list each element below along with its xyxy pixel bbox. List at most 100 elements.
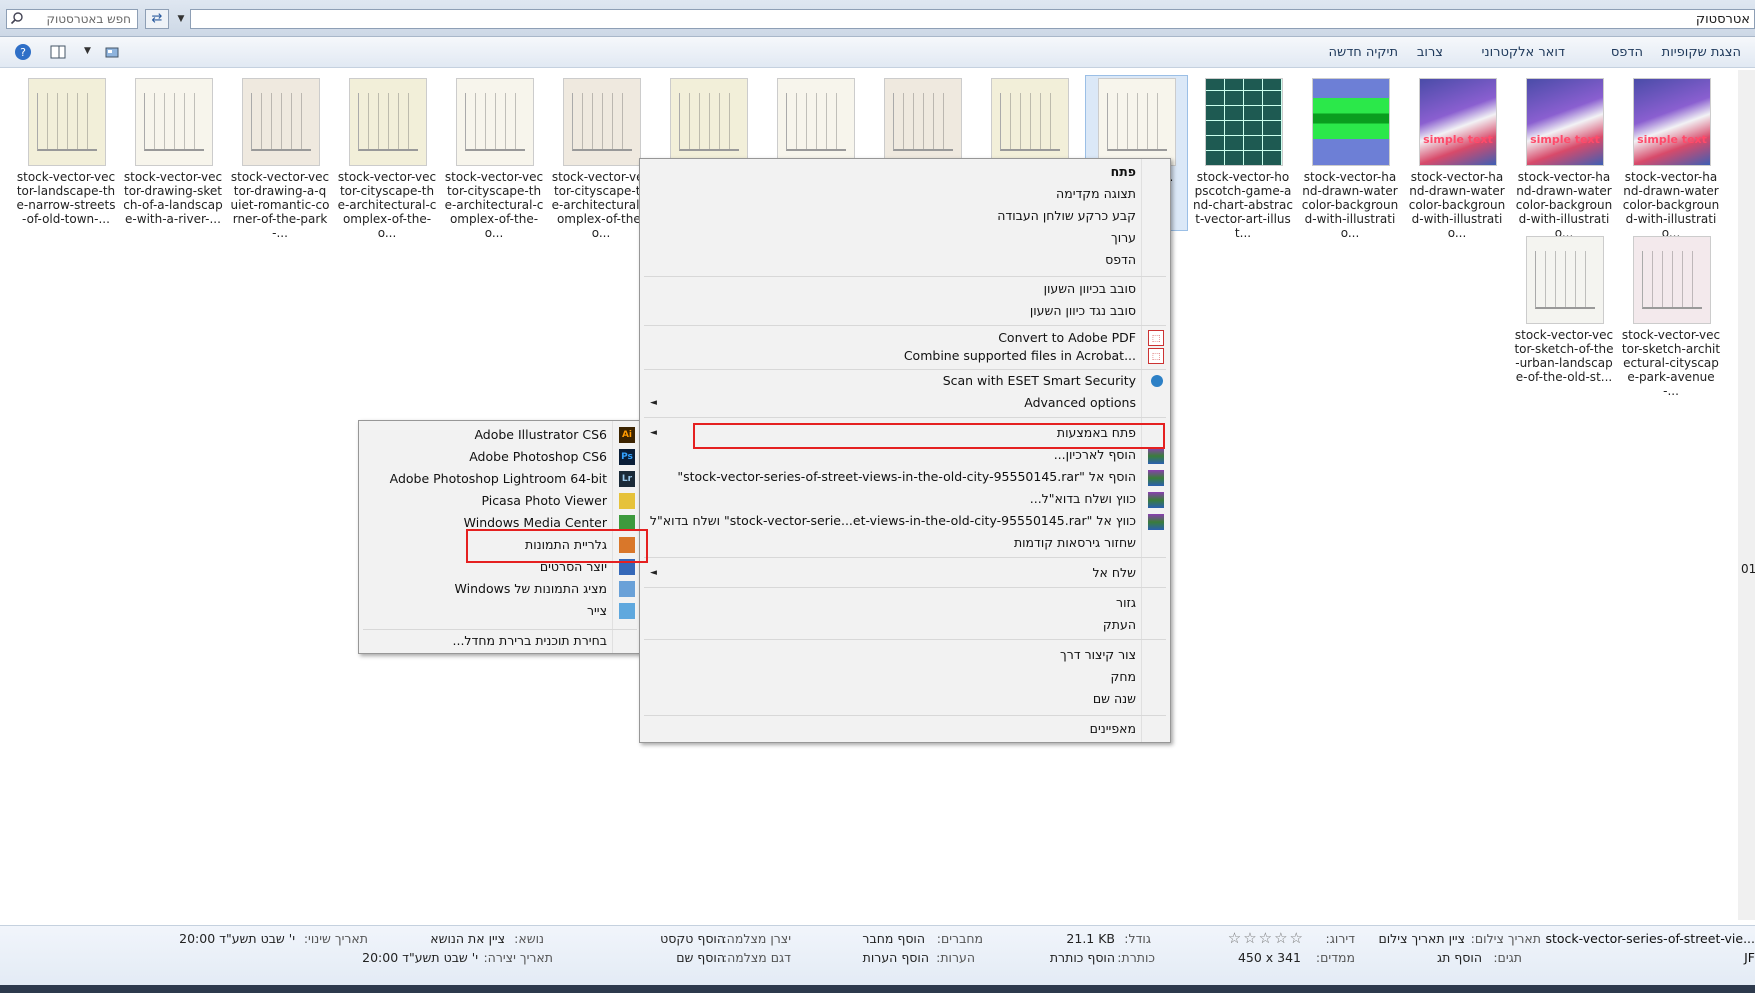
thumbnail-image xyxy=(884,78,962,166)
thumbnail-caption: stock-vector-vector-drawing-sketch-of-a-… xyxy=(123,170,223,226)
submenu-arrow-icon: ◄ xyxy=(650,568,657,578)
edge-text: 017 xyxy=(1741,562,1755,576)
submenu-arrow-icon: ◄ xyxy=(650,398,657,408)
rating-stars-icon[interactable]: ☆☆☆☆☆ xyxy=(1228,929,1305,947)
open-with-item[interactable]: מציג התמונות של Windows xyxy=(455,579,607,599)
thumbnail-caption: stock-vector-vector-sketch-architectural… xyxy=(1621,328,1721,398)
thumbnail-image xyxy=(242,78,320,166)
details-dimensions-label: ממדים: xyxy=(1315,950,1355,965)
details-camera-model-value[interactable]: הוסף שם xyxy=(676,950,725,965)
open-with-item[interactable]: Picasa Photo Viewer xyxy=(481,491,607,511)
thumbnail-image: simple text xyxy=(1633,78,1711,166)
details-tags-label: תגים: xyxy=(1493,950,1522,965)
details-title-value[interactable]: הוסף כותרת xyxy=(1050,950,1115,965)
refresh-icon: ⇄ xyxy=(151,11,163,26)
program-icon xyxy=(619,581,635,597)
details-camera-maker-label: יצרן מצלמה: xyxy=(722,931,791,946)
details-comments-value[interactable]: הוסף הערות xyxy=(863,950,929,965)
menu-compress-rar-email[interactable]: כווץ אל "stock-vector-serie...et-views-i… xyxy=(650,511,1136,531)
new-folder-button[interactable]: תיקיה חדשה xyxy=(1328,45,1398,60)
details-created-value: י' שבט תשע"ד 20:00 xyxy=(362,950,478,965)
slideshow-button[interactable]: הצגת שקופיות xyxy=(1662,45,1741,60)
taskbar xyxy=(0,985,1755,993)
thumbnail-caption: stock-vector-hand-drawn-watercolor-backg… xyxy=(1622,170,1720,240)
menu-combine-acrobat[interactable]: Combine supported files in Acrobat... xyxy=(904,346,1136,366)
details-dimensions-value: 450 x 341 xyxy=(1237,950,1301,965)
command-bar: הצגת שקופיות הדפס דואר אלקטרוני צרוב תיק… xyxy=(0,37,1755,68)
winrar-icon xyxy=(1148,492,1164,508)
details-size-label: גודל: xyxy=(1124,931,1151,946)
preview-pane-icon[interactable] xyxy=(49,43,67,61)
program-icon: Lr xyxy=(619,471,635,487)
thumbnail-image xyxy=(1205,78,1283,166)
thumbnail-image xyxy=(1633,236,1711,324)
thumbnail-caption: stock-vector-hopscotch-game-and-chart-ab… xyxy=(1193,170,1293,240)
program-icon: Ps xyxy=(619,449,635,465)
menu-restore-versions[interactable]: שחזור גירסאות קודמות xyxy=(1014,533,1136,553)
menu-properties[interactable]: מאפיינים xyxy=(1090,719,1136,739)
acrobat-pdf-icon: ⬚ xyxy=(1148,330,1164,346)
address-path: אטרסטוק xyxy=(1695,12,1750,27)
thumbnail-image xyxy=(1312,78,1390,166)
menu-preview[interactable]: תצוגה מקדימה xyxy=(1056,184,1136,204)
details-date-taken-value[interactable]: ציין תאריך צילום xyxy=(1378,931,1465,946)
search-input[interactable]: חפש באטרסטוק xyxy=(6,9,138,29)
open-with-item[interactable]: צייר xyxy=(587,601,607,621)
email-button[interactable]: דואר אלקטרוני xyxy=(1481,45,1565,60)
search-icon xyxy=(10,12,23,25)
help-icon[interactable]: ? xyxy=(14,43,32,61)
open-with-item[interactable]: Adobe Photoshop CS6 xyxy=(469,447,607,467)
details-authors-value[interactable]: הוסף מחבר xyxy=(862,931,925,946)
refresh-button[interactable]: ⇄ xyxy=(145,9,169,29)
menu-add-to-rar[interactable]: הוסף אל "stock-vector-series-of-street-v… xyxy=(677,467,1136,487)
thumbnail-caption: stock-vector-vector-drawing-a-quiet-roma… xyxy=(230,170,330,240)
burn-button[interactable]: צרוב xyxy=(1417,45,1443,60)
menu-rotate-counterclockwise[interactable]: סובב נגד כיוון השעון xyxy=(1030,301,1136,321)
thumbnail-image xyxy=(349,78,427,166)
thumbnail-caption: stock-vector-vector-cityscape-the-archit… xyxy=(444,170,544,240)
address-dropdown-button[interactable]: ▼ xyxy=(172,9,190,29)
menu-rename[interactable]: שנה שם xyxy=(1093,689,1136,709)
search-placeholder: חפש באטרסטוק xyxy=(46,12,131,26)
menu-rotate-clockwise[interactable]: סובב בכיוון השעון xyxy=(1044,279,1136,299)
details-tags-value[interactable]: הוסף תג xyxy=(1437,950,1482,965)
details-comments-label: הערות: xyxy=(936,950,975,965)
menu-send-to[interactable]: שלח אל xyxy=(1092,563,1136,583)
address-field[interactable]: אטרסטוק xyxy=(190,9,1755,29)
menu-convert-pdf[interactable]: Convert to Adobe PDF xyxy=(998,328,1136,348)
thumbnail-image xyxy=(135,78,213,166)
menu-copy[interactable]: העתק xyxy=(1103,615,1136,635)
menu-set-background[interactable]: קבע כרקע שולחן העבודה xyxy=(997,206,1136,226)
vertical-scrollbar[interactable] xyxy=(1738,70,1755,920)
menu-edit[interactable]: ערוך xyxy=(1111,228,1136,248)
winrar-icon xyxy=(1148,470,1164,486)
print-button[interactable]: הדפס xyxy=(1611,45,1643,60)
details-subject-value[interactable]: ציין את הנושא xyxy=(430,931,505,946)
address-bar: חפש באטרסטוק ⇄ ▼ אטרסטוק xyxy=(0,0,1755,37)
details-subject-label: נושא: xyxy=(514,931,544,946)
eset-icon xyxy=(1151,375,1163,387)
views-icon[interactable] xyxy=(103,43,121,61)
thumbnail-caption: stock-vector-vector-cityscape-the-archit… xyxy=(551,170,651,240)
menu-print[interactable]: הדפס xyxy=(1105,250,1136,270)
open-with-item[interactable]: Adobe Photoshop Lightroom 64-bit xyxy=(390,469,607,489)
details-date-taken-label: תאריך צילום: xyxy=(1470,931,1541,946)
thumbnail-image xyxy=(28,78,106,166)
menu-create-shortcut[interactable]: צור קיצור דרך xyxy=(1060,645,1136,665)
menu-delete[interactable]: מחק xyxy=(1110,667,1136,687)
open-with-item[interactable]: Adobe Illustrator CS6 xyxy=(474,425,607,445)
menu-eset-scan[interactable]: Scan with ESET Smart Security xyxy=(943,371,1136,391)
context-menu: פתח תצוגה מקדימה קבע כרקע שולחן העבודה ע… xyxy=(639,158,1171,743)
thumbnail-image: simple text xyxy=(1419,78,1497,166)
program-icon xyxy=(619,493,635,509)
menu-advanced-options[interactable]: Advanced options xyxy=(1024,393,1136,413)
choose-default-program[interactable]: בחירת תוכנית ברירת מחדל... xyxy=(453,631,607,651)
svg-text:?: ? xyxy=(20,46,26,59)
menu-compress-email[interactable]: כווץ ושלח בדוא"ל... xyxy=(1030,489,1136,509)
views-dropdown-icon[interactable]: ▼ xyxy=(84,46,91,56)
details-camera-maker-value[interactable]: הוסף טקסט xyxy=(660,931,725,946)
menu-cut[interactable]: גזור xyxy=(1116,593,1136,613)
menu-open[interactable]: פתח xyxy=(1111,162,1136,182)
program-icon xyxy=(619,603,635,619)
details-camera-model-label: דגם מצלמה: xyxy=(722,950,791,965)
